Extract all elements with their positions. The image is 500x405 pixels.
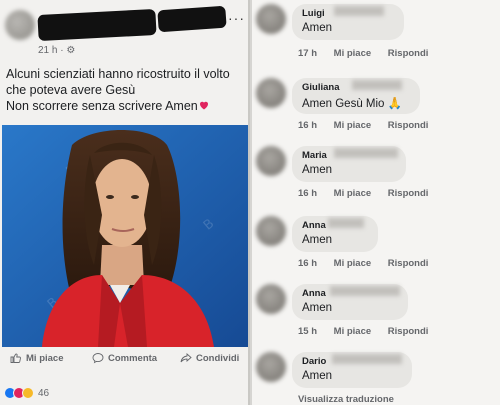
thumbs-up-icon	[10, 353, 21, 363]
comment-meta: 15 h Mi piace Rispondi	[298, 326, 442, 337]
author-name-redacted-2	[157, 5, 227, 33]
comment-time[interactable]: 15 h	[298, 326, 317, 337]
reactions-summary[interactable]: 46	[4, 387, 49, 399]
more-options-button[interactable]: ···	[228, 10, 245, 26]
comment-text: Amen	[302, 302, 333, 314]
commenter-avatar[interactable]	[256, 284, 286, 314]
commenter-avatar[interactable]	[256, 78, 286, 108]
surname-blur	[328, 218, 364, 228]
comment-meta: 16 h Mi piace Rispondi	[298, 258, 442, 269]
comment-reply-link[interactable]: Rispondi	[388, 188, 429, 199]
like-label: Mi piace	[26, 352, 64, 364]
comment-item: Maria Amen 16 h Mi piace Rispondi	[252, 142, 500, 210]
post-photo[interactable]: BBBB	[2, 125, 248, 347]
post-text-line: Non scorrere senza scrivere Amen	[6, 98, 242, 114]
comment-like-link[interactable]: Mi piace	[334, 48, 372, 59]
comment-meta: Visualizza traduzione	[298, 394, 408, 405]
share-label: Condividi	[196, 352, 240, 364]
commenter-avatar[interactable]	[256, 216, 286, 246]
surname-blur	[334, 6, 384, 16]
comment-text: Amen	[302, 370, 333, 382]
heart-icon	[199, 101, 208, 110]
post-text-line: Alcuni scienziati hanno ricostruito il v…	[6, 67, 230, 81]
post-card: 21 h · ⚙ ··· Alcuni scienziati hanno ric…	[0, 0, 250, 405]
comment-meta: 17 h Mi piace Rispondi	[298, 48, 442, 59]
comment-reply-link[interactable]: Rispondi	[388, 120, 429, 131]
comment-like-link[interactable]: Mi piace	[334, 326, 372, 337]
post-text-line-3: Non scorrere senza scrivere Amen	[6, 99, 198, 113]
comment-text: Amen	[302, 234, 333, 246]
comment-meta: 16 h Mi piace Rispondi	[298, 120, 442, 131]
care-reaction-icon	[22, 387, 34, 399]
commenter-avatar[interactable]	[256, 4, 286, 34]
share-button[interactable]: Condividi	[180, 352, 239, 364]
comment-like-link[interactable]: Mi piace	[334, 120, 372, 131]
comment-icon	[92, 353, 104, 364]
comment-item: Anna Amen 16 h Mi piace Rispondi	[252, 212, 500, 280]
comment-item: Dario Amen Visualizza traduzione	[252, 348, 500, 405]
surname-blur	[352, 80, 402, 90]
translate-link[interactable]: Visualizza traduzione	[298, 394, 394, 405]
comment-text: Amen Gesù Mio 🙏	[302, 98, 402, 110]
comment-like-link[interactable]: Mi piace	[334, 258, 372, 269]
post-timestamp[interactable]: 21 h · ⚙	[38, 45, 75, 56]
commenter-avatar[interactable]	[256, 146, 286, 176]
comment-label: Commenta	[108, 352, 158, 364]
share-icon	[180, 353, 192, 363]
post-actions: Mi piace Commenta Condividi	[0, 352, 250, 374]
comment-item: Luigi Amen 17 h Mi piace Rispondi	[252, 0, 500, 68]
comment-item: Anna Amen 15 h Mi piace Rispondi	[252, 280, 500, 348]
surname-blur	[334, 148, 398, 158]
comment-reply-link[interactable]: Rispondi	[388, 48, 429, 59]
comment-like-link[interactable]: Mi piace	[334, 188, 372, 199]
comment-button[interactable]: Commenta	[92, 352, 157, 364]
comment-time[interactable]: 16 h	[298, 120, 317, 131]
comment-item: Giuliana Amen Gesù Mio 🙏 16 h Mi piace R…	[252, 74, 500, 142]
post-text: Alcuni scienziati hanno ricostruito il v…	[6, 66, 242, 114]
like-button[interactable]: Mi piace	[10, 352, 64, 364]
comment-text: Amen	[302, 22, 333, 34]
comment-reply-link[interactable]: Rispondi	[388, 258, 429, 269]
comment-reply-link[interactable]: Rispondi	[388, 326, 429, 337]
author-avatar[interactable]	[5, 10, 35, 40]
comments-panel: Luigi Amen 17 h Mi piace Rispondi Giulia…	[252, 0, 500, 405]
comment-meta: 16 h Mi piace Rispondi	[298, 188, 442, 199]
author-name-redacted	[37, 8, 157, 42]
comment-text: Amen	[302, 164, 333, 176]
surname-blur	[330, 286, 400, 296]
comment-time[interactable]: 16 h	[298, 258, 317, 269]
post-text-line: che poteva avere Gesù	[6, 83, 136, 97]
comment-time[interactable]: 17 h	[298, 48, 317, 59]
portrait-image: BBBB	[2, 125, 248, 347]
reaction-count: 46	[38, 387, 50, 399]
comment-time[interactable]: 16 h	[298, 188, 317, 199]
commenter-avatar[interactable]	[256, 352, 286, 382]
surname-blur	[332, 354, 402, 364]
